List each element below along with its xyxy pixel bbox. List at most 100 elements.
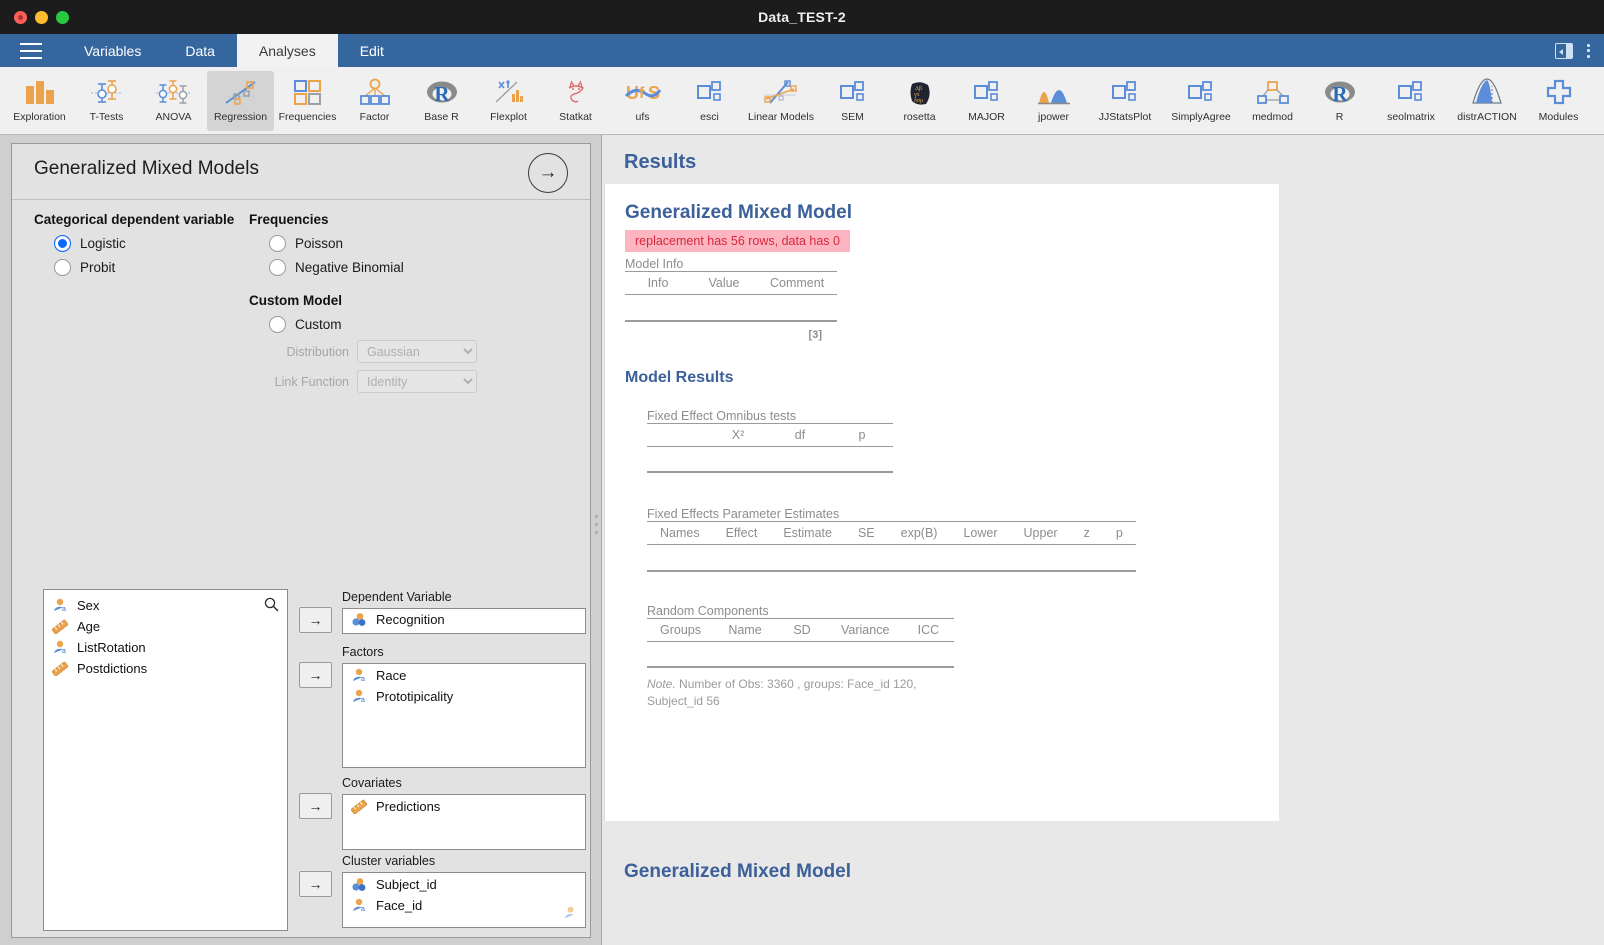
link-function-select[interactable]: Identity [357,370,477,393]
column-header: Names [647,521,713,545]
list-item[interactable]: Recognition [343,609,585,630]
list-item[interactable]: Subject_id [343,873,585,895]
group-label-frequencies: Frequencies [249,212,329,227]
jamovi-window: Data_TEST-2 Variables Data Analyses Edit… [0,0,1604,945]
arrow-right-icon[interactable]: → [528,153,568,193]
toolbar-item-factor[interactable]: Factor [341,71,408,131]
toolbar-item-jpower[interactable]: jpower [1020,71,1087,131]
module-squares-icon [1396,75,1426,109]
assign-factors-button[interactable]: → [299,662,332,688]
tab-data[interactable]: Data [163,34,237,67]
nominal-binary-variable-icon [351,877,368,892]
link-function-label: Link Function [274,374,349,389]
list-item[interactable]: a Face_id [343,895,585,916]
list-item[interactable]: a ListRotation [44,637,287,658]
toolbar-item-jjstatsplot[interactable]: JJStatsPlot [1087,71,1163,131]
radio-indicator [269,235,286,252]
nominal-variable-icon: a [351,898,368,913]
list-item[interactable]: Predictions [343,795,585,817]
toolbar-item-statkat[interactable]: Statkat [542,71,609,131]
toolbar-item-distraction[interactable]: distrACTION [1449,71,1525,131]
toolbar-item-t-tests[interactable]: T-Tests [73,71,140,131]
radio-poisson[interactable]: Poisson [269,235,549,252]
distribution-select[interactable]: Gaussian [357,340,477,363]
model-results-heading: Model Results [625,368,734,386]
radio-indicator [54,235,71,252]
factors-box[interactable]: a Race a Prototipicality [342,663,586,768]
continuous-variable-icon [350,799,368,815]
toolbar-item-linear-models[interactable]: Linear Models [743,71,819,131]
covariates-box[interactable]: Predictions [342,794,586,850]
empty-table-body [647,641,955,668]
toolbar-item-flexplot[interactable]: Flexplot [475,71,542,131]
analysis-heading: Generalized Mixed Model [625,202,852,223]
cluster-variables-box[interactable]: Subject_id a Face_id [342,872,586,928]
toolbar-label: Base R [424,111,459,123]
toolbar-label: seolmatrix [1387,111,1435,123]
ribbon-right-controls [1555,34,1604,67]
dependent-variable-box[interactable]: Recognition [342,608,586,634]
tab-variables[interactable]: Variables [62,34,163,67]
bottom-analysis-heading: Generalized Mixed Model [624,861,851,882]
panel-splitter[interactable] [591,143,601,938]
list-item[interactable]: a Prototipicality [343,686,585,707]
assign-cluster-variables-button[interactable]: → [299,871,332,897]
toolbar-label: ANOVA [155,111,192,123]
column-header: Estimate [770,521,845,545]
module-squares-icon [1110,75,1140,109]
toolbar-label: Statkat [559,111,592,123]
linear-models-icon [762,75,800,109]
toolbar-item-medmod[interactable]: medmod [1239,71,1306,131]
radio-custom[interactable]: Custom [269,316,549,333]
toolbar-item-esci[interactable]: esci [676,71,743,131]
nominal-variable-icon: a [351,668,368,683]
assign-dependent-variable-button[interactable]: → [299,607,332,633]
toolbar-label: Linear Models [748,111,814,123]
toolbar-item-modules[interactable]: Modules [1525,71,1592,131]
search-icon[interactable] [264,597,279,617]
toolbar-item-ufs[interactable]: U S f ufs [609,71,676,131]
continuous-variable-icon [51,661,69,677]
results-document[interactable]: Generalized Mixed Model replacement has … [604,184,1279,821]
toolbar-item-simplyagree[interactable]: SimplyAgree [1163,71,1239,131]
covariates-label: Covariates [342,776,402,790]
menu-icon[interactable] [0,34,62,67]
analyses-toolbar: Exploration T-Tests ANOVA Regression Fre… [0,67,1604,135]
column-header: SE [844,521,888,545]
omnibus-table: X² df p [647,422,893,473]
list-item[interactable]: Postdictions [44,658,287,679]
toolbar-item-regression[interactable]: Regression [207,71,274,131]
column-header: Effect [712,521,771,545]
toolbar-item-seolmatrix[interactable]: seolmatrix [1373,71,1449,131]
toggle-results-panel-icon[interactable] [1555,42,1573,59]
toolbar-item-rosetta[interactable]: Δβ γx δσμ rosetta [886,71,953,131]
radio-probit[interactable]: Probit [54,259,249,276]
svg-text:a: a [361,697,365,704]
variable-source-list[interactable]: a Sex Age a ListRotation Postdictions [43,589,288,931]
toolbar-item-r[interactable]: R R [1306,71,1373,131]
tab-analyses[interactable]: Analyses [236,34,338,67]
toolbar-item-base-r[interactable]: R Base R [408,71,475,131]
list-item[interactable]: a Race [343,664,585,686]
table-footnote: [3] [808,328,822,341]
toolbar-item-major[interactable]: MAJOR [953,71,1020,131]
toolbar-item-exploration[interactable]: Exploration [6,71,73,131]
overflow-menu-icon[interactable] [1587,43,1590,58]
window-title: Data_TEST-2 [758,9,846,25]
column-header [647,422,707,447]
flexplot-icon [493,75,525,109]
factor-tree-icon [359,75,391,109]
radio-negative-binomial[interactable]: Negative Binomial [269,259,549,276]
module-squares-icon [1186,75,1216,109]
column-header: p [1102,521,1136,545]
toolbar-item-frequencies[interactable]: Frequencies [274,71,341,131]
list-item[interactable]: Age [44,616,287,637]
drag-variable-ghost-icon [563,906,579,925]
empty-table-body [647,446,893,473]
tab-edit[interactable]: Edit [338,34,406,67]
toolbar-item-anova[interactable]: ANOVA [140,71,207,131]
radio-logistic[interactable]: Logistic [54,235,249,252]
assign-covariates-button[interactable]: → [299,793,332,819]
toolbar-item-sem[interactable]: SEM [819,71,886,131]
list-item[interactable]: a Sex [44,595,287,616]
